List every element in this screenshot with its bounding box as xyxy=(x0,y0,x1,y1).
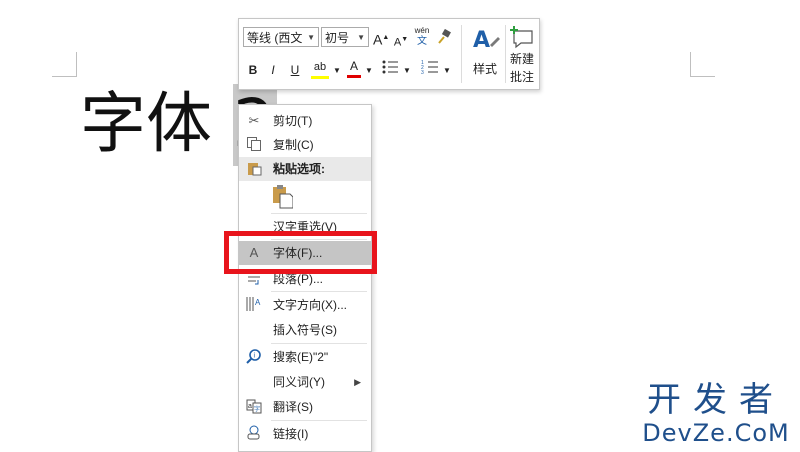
mini-toolbar: 等线 (西文 ▼ 初号 ▼ A▲ A▼ wén 文 B I U ab ▼ A ▼ xyxy=(238,18,540,90)
menu-item-text-direction[interactable]: A 文字方向(X)... xyxy=(239,293,371,317)
menu-item-synonyms[interactable]: 同义词(Y) ▶ xyxy=(239,370,371,394)
chevron-down-icon[interactable]: ▼ xyxy=(333,62,341,80)
menu-item-label: 搜索(E)"2" xyxy=(273,350,329,364)
svg-text:A: A xyxy=(473,28,490,53)
menu-item-paste-options: 粘贴选项: xyxy=(239,157,371,181)
highlight-icon: ab xyxy=(313,61,327,73)
translate-icon: a字 xyxy=(245,398,263,416)
highlight-annotation-box xyxy=(224,231,377,274)
menu-item-copy[interactable]: 复制(C) xyxy=(239,133,371,157)
menu-item-label: 链接(I) xyxy=(273,427,309,441)
bold-button[interactable]: B xyxy=(245,61,261,79)
chevron-down-icon[interactable]: ▼ xyxy=(403,62,411,80)
new-comment-button[interactable]: 新建 批注 xyxy=(507,23,537,84)
font-color-bar xyxy=(347,75,361,78)
context-menu: ✂ 剪切(T) 复制(C) 粘贴选项: 汉字重选(V) A 字体(F)... 段… xyxy=(238,104,372,452)
grow-font-button[interactable]: A▲ xyxy=(373,29,389,49)
highlight-button[interactable]: ab xyxy=(309,57,331,79)
document-text-plain[interactable]: 字体 xyxy=(80,85,233,162)
svg-text:3: 3 xyxy=(421,70,424,75)
font-name-combo[interactable]: 等线 (西文 ▼ xyxy=(243,27,319,47)
numbering-icon: 1 2 3 xyxy=(421,60,438,76)
page-corner-mark-left xyxy=(52,52,77,77)
bullets-button[interactable] xyxy=(379,59,401,80)
svg-text:字: 字 xyxy=(254,405,260,413)
svg-text:A: A xyxy=(255,298,261,307)
chevron-down-icon[interactable]: ▼ xyxy=(443,62,451,80)
underline-button[interactable]: U xyxy=(287,61,303,79)
highlight-color-bar xyxy=(311,76,329,79)
menu-item-search[interactable]: i 搜索(E)"2" xyxy=(239,345,371,369)
toolbar-divider xyxy=(461,25,462,83)
numbering-button[interactable]: 1 2 3 xyxy=(419,59,441,80)
copy-icon xyxy=(245,136,263,154)
new-comment-label-2: 批注 xyxy=(509,70,534,84)
font-size-combo[interactable]: 初号 ▼ xyxy=(321,27,369,47)
menu-separator xyxy=(271,291,367,292)
styles-label: 样式 xyxy=(472,62,497,76)
font-color-icon: A xyxy=(349,59,358,73)
svg-text:i: i xyxy=(254,353,256,360)
menu-item-label: 粘贴选项: xyxy=(273,162,325,176)
menu-item-label: 剪切(T) xyxy=(273,114,313,128)
new-comment-label-1: 新建 xyxy=(509,52,534,66)
watermark-line-1: 开发者 xyxy=(647,380,785,420)
paste-icon xyxy=(245,160,263,178)
watermark-line-2: DevZe.CoM xyxy=(642,419,790,447)
submenu-arrow-icon: ▶ xyxy=(354,377,361,387)
phonetic-pinyin: wén xyxy=(414,26,430,35)
menu-item-insert-symbol[interactable]: 插入符号(S) xyxy=(239,318,371,342)
font-name-value: 等线 (西文 xyxy=(247,31,303,45)
font-color-button[interactable]: A xyxy=(345,57,363,78)
styles-icon: A xyxy=(473,28,500,53)
menu-item-label: 同义词(Y) xyxy=(273,375,325,389)
paste-keep-text-icon xyxy=(273,185,294,209)
menu-separator xyxy=(271,420,367,421)
menu-separator xyxy=(271,213,367,214)
menu-separator xyxy=(271,343,367,344)
shrink-font-button[interactable]: A▼ xyxy=(393,31,409,52)
svg-text:a: a xyxy=(248,403,252,410)
search-icon: i xyxy=(245,348,263,366)
font-size-value: 初号 xyxy=(325,31,350,45)
bullets-icon xyxy=(382,60,398,74)
paste-keep-text-only-button[interactable] xyxy=(271,185,294,209)
menu-item-label: 翻译(S) xyxy=(273,400,313,414)
chevron-down-icon[interactable]: ▼ xyxy=(307,28,315,46)
grow-font-icon: A xyxy=(373,31,383,48)
menu-item-link[interactable]: 链接(I) xyxy=(239,422,371,446)
new-comment-icon xyxy=(510,26,533,49)
chevron-down-icon[interactable]: ▼ xyxy=(357,28,365,46)
format-painter-button[interactable] xyxy=(435,28,453,50)
toolbar-divider xyxy=(505,25,506,83)
scissors-icon: ✂ xyxy=(248,113,260,128)
chevron-down-icon[interactable]: ▼ xyxy=(365,62,373,80)
page-corner-mark-right xyxy=(690,52,715,77)
phonetic-guide-button[interactable]: wén 文 xyxy=(413,25,431,47)
text-direction-icon: A xyxy=(245,296,263,314)
menu-item-label: 复制(C) xyxy=(273,138,314,152)
styles-button[interactable]: A 样式 xyxy=(467,23,503,83)
italic-button[interactable]: I xyxy=(265,61,281,79)
menu-item-translate[interactable]: a字 翻译(S) xyxy=(239,395,371,419)
menu-item-label: 文字方向(X)... xyxy=(273,298,347,312)
watermark-logo: 开发者 DevZe.CoM xyxy=(640,382,792,448)
menu-item-label: 插入符号(S) xyxy=(273,323,337,337)
phonetic-char: 文 xyxy=(417,36,427,47)
link-icon xyxy=(245,425,263,443)
menu-item-cut[interactable]: ✂ 剪切(T) xyxy=(239,109,371,133)
format-painter-icon xyxy=(438,28,451,44)
